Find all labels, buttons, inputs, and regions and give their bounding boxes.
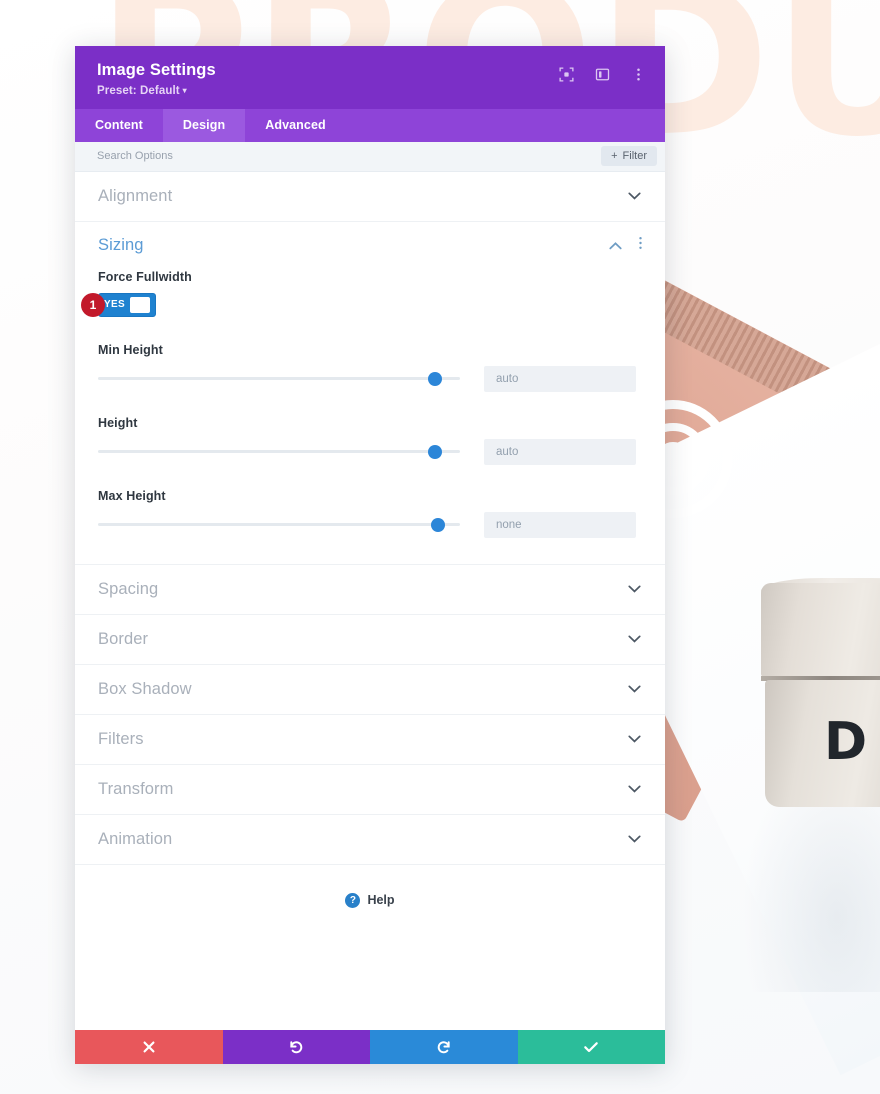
tab-design[interactable]: Design xyxy=(162,108,246,142)
cream-jar-lid xyxy=(761,583,880,677)
section-sizing: Sizing Force Fullwidth 1 YES Min Height … xyxy=(75,222,665,565)
help-icon: ? xyxy=(345,892,361,908)
section-spacing-label: Spacing xyxy=(98,579,159,598)
discard-button[interactable] xyxy=(75,1030,223,1064)
section-sizing-actions xyxy=(609,236,647,255)
expand-icon[interactable] xyxy=(558,66,575,83)
preset-label: Preset: Default xyxy=(97,84,180,97)
layout-icon[interactable] xyxy=(594,66,611,83)
min-height-slider[interactable] xyxy=(98,370,460,388)
chevron-down-icon xyxy=(628,635,641,643)
redo-button[interactable] xyxy=(370,1030,518,1064)
field-height: Height auto xyxy=(75,416,665,465)
modal-body[interactable]: Alignment Sizing Force Fullwidth 1 YES M… xyxy=(75,171,665,1030)
force-fullwidth-toggle[interactable]: YES xyxy=(98,292,156,317)
chevron-down-icon xyxy=(628,585,641,593)
tab-content[interactable]: Content xyxy=(75,109,163,142)
min-height-label: Min Height xyxy=(98,342,163,357)
section-animation-label: Animation xyxy=(98,829,173,848)
tab-advanced[interactable]: Advanced xyxy=(245,109,346,142)
toggle-state-label: YES xyxy=(104,299,125,311)
modal-footer xyxy=(75,1030,665,1064)
height-slider-row: auto xyxy=(98,438,642,465)
field-max-height: Max Height none xyxy=(75,489,665,538)
min-height-value[interactable]: auto xyxy=(484,365,636,392)
height-label: Height xyxy=(98,415,138,430)
section-sizing-label: Sizing xyxy=(98,236,144,255)
chevron-down-icon xyxy=(628,685,641,693)
chevron-down-icon xyxy=(628,835,641,843)
section-sizing-header[interactable]: Sizing xyxy=(75,222,665,270)
section-alignment-label: Alignment xyxy=(98,186,173,205)
cream-jar-letter: D xyxy=(824,712,868,772)
search-input[interactable] xyxy=(97,150,602,163)
section-transform[interactable]: Transform xyxy=(75,765,665,815)
section-alignment[interactable]: Alignment xyxy=(75,172,665,222)
slider-track xyxy=(98,377,460,381)
chevron-down-icon xyxy=(628,192,641,200)
preset-selector[interactable]: Preset: Default ▾ xyxy=(97,85,645,97)
section-border-label: Border xyxy=(98,629,149,648)
field-min-height: Min Height auto xyxy=(75,343,665,392)
save-button[interactable] xyxy=(517,1030,665,1064)
help-label: Help xyxy=(367,893,395,908)
more-options-icon[interactable] xyxy=(630,66,647,83)
slider-handle[interactable] xyxy=(427,444,442,459)
section-options-icon[interactable] xyxy=(634,236,647,255)
section-box-shadow[interactable]: Box Shadow xyxy=(75,665,665,715)
height-value[interactable]: auto xyxy=(484,438,636,465)
image-settings-modal: Image Settings Preset: Default ▾ Content… xyxy=(75,46,665,1064)
section-box-shadow-label: Box Shadow xyxy=(98,679,192,698)
filter-button[interactable]: + Filter xyxy=(601,146,657,167)
field-force-fullwidth: Force Fullwidth 1 YES xyxy=(75,270,665,317)
modal-tabs: Content Design Advanced xyxy=(75,108,665,142)
max-height-slider[interactable] xyxy=(98,516,460,534)
plus-icon: + xyxy=(611,150,618,163)
slider-track xyxy=(98,450,460,454)
max-height-slider-row: none xyxy=(98,511,642,538)
max-height-label: Max Height xyxy=(98,488,166,503)
height-slider[interactable] xyxy=(98,443,460,461)
chevron-down-icon: ▾ xyxy=(182,86,187,96)
chevron-down-icon xyxy=(628,735,641,743)
modal-header: Image Settings Preset: Default ▾ xyxy=(75,46,665,109)
toggle-knob xyxy=(129,296,150,313)
force-fullwidth-toggle-wrap: 1 YES xyxy=(81,292,642,317)
section-spacing[interactable]: Spacing xyxy=(75,565,665,615)
section-transform-label: Transform xyxy=(98,779,174,798)
slider-handle[interactable] xyxy=(431,517,446,532)
section-filters[interactable]: Filters xyxy=(75,715,665,765)
help-link[interactable]: ? Help xyxy=(75,865,665,908)
step-badge-1: 1 xyxy=(81,292,105,317)
section-filters-label: Filters xyxy=(98,729,144,748)
force-fullwidth-label: Force Fullwidth xyxy=(98,269,192,284)
chevron-down-icon xyxy=(628,785,641,793)
modal-header-actions xyxy=(558,66,647,83)
screenshot-root: PRODU D Image Settings Preset: Default▾ xyxy=(0,0,880,1094)
slider-track xyxy=(98,523,460,527)
filter-button-label: Filter xyxy=(622,150,647,163)
search-options-bar: + Filter xyxy=(75,141,665,172)
chevron-up-icon[interactable] xyxy=(609,237,622,255)
min-height-slider-row: auto xyxy=(98,365,642,392)
section-border[interactable]: Border xyxy=(75,615,665,665)
slider-handle[interactable] xyxy=(427,371,442,386)
max-height-value[interactable]: none xyxy=(484,511,636,538)
undo-button[interactable] xyxy=(222,1030,370,1064)
section-animation[interactable]: Animation xyxy=(75,815,665,865)
